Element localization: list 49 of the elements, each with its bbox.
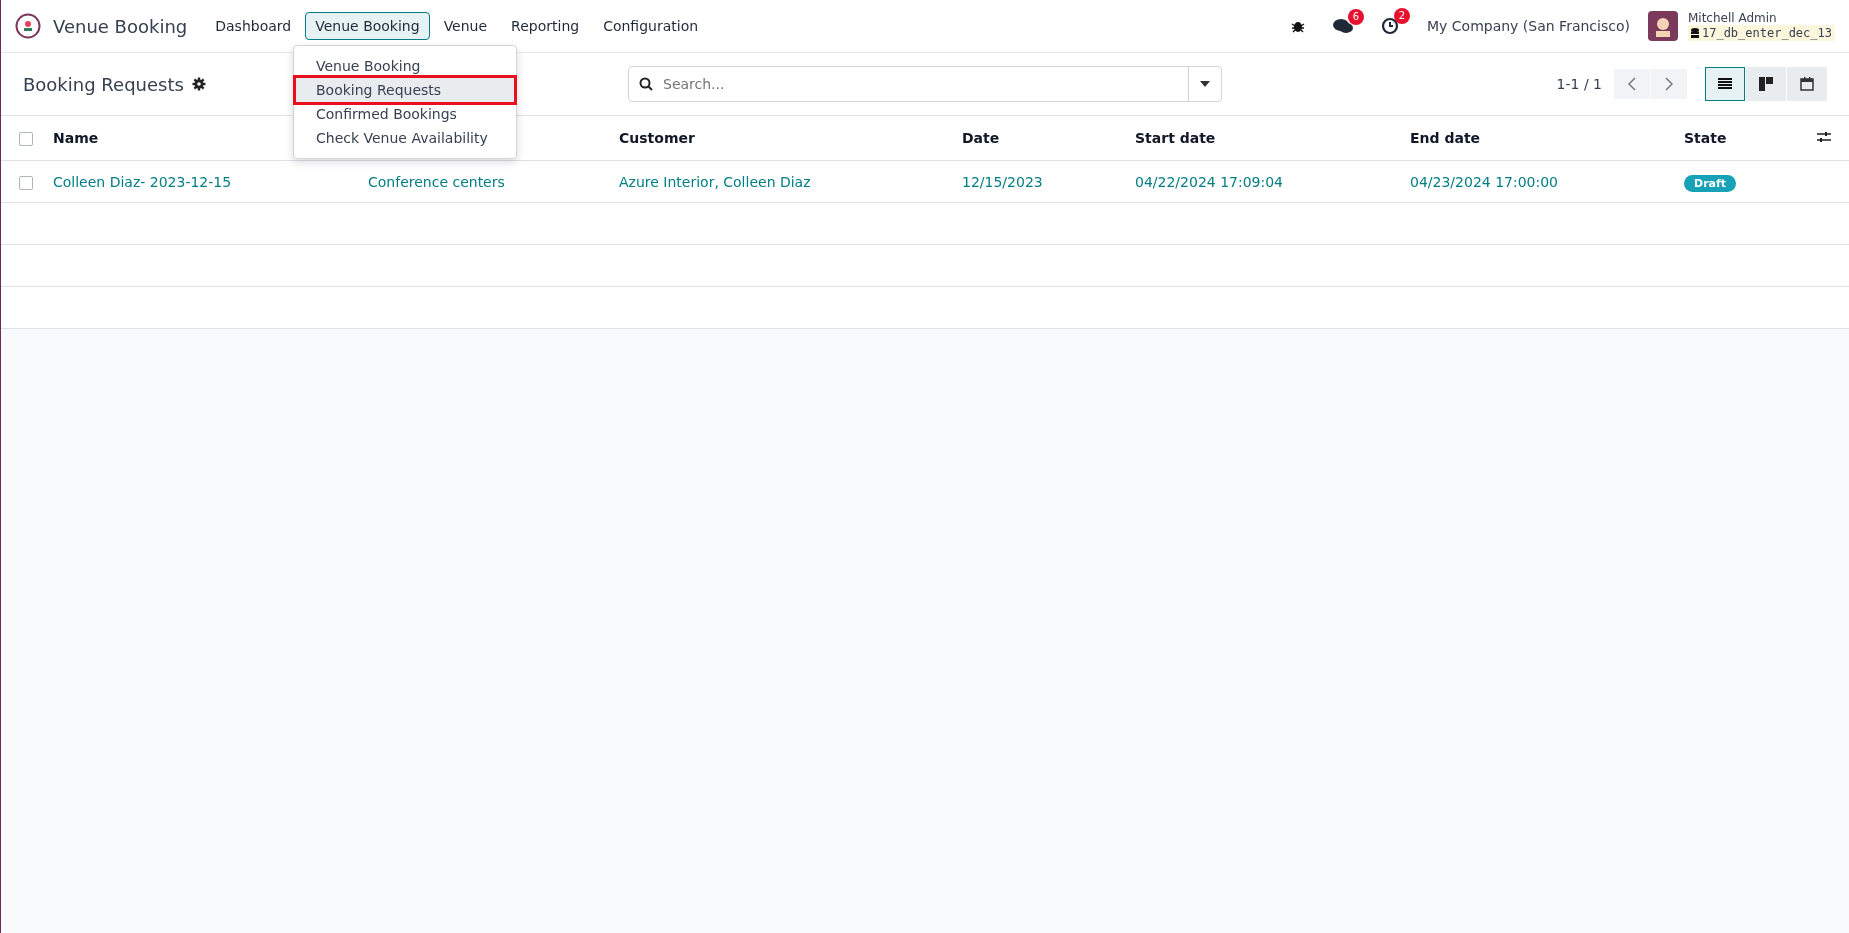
app-logo-icon[interactable]: [15, 13, 41, 39]
row-checkbox[interactable]: [19, 175, 33, 190]
chevron-right-icon: [1665, 77, 1673, 91]
calendar-icon: [1800, 77, 1814, 91]
clock-icon[interactable]: [1381, 17, 1399, 35]
page-title: Booking Requests: [23, 73, 184, 95]
table-cell: Conference centers: [368, 173, 505, 190]
menu-item[interactable]: Venue Booking: [305, 12, 430, 40]
menu-item[interactable]: Venue: [433, 12, 498, 40]
select-all-checkbox[interactable]: [19, 132, 33, 146]
bug-icon[interactable]: [1291, 19, 1305, 33]
dropdown-item[interactable]: Booking Requests: [296, 78, 514, 102]
table-cell: 12/15/2023: [962, 173, 1043, 190]
column-header[interactable]: Name: [53, 130, 99, 146]
column-settings-icon[interactable]: [1817, 131, 1831, 143]
column-header[interactable]: Date: [962, 130, 1000, 146]
chat-icon[interactable]: [1333, 18, 1353, 34]
chevron-left-icon: [1628, 77, 1636, 91]
table-cell: 04/23/2024 17:00:00: [1410, 173, 1559, 190]
menu-item[interactable]: Dashboard: [205, 12, 302, 40]
list-icon: [1718, 78, 1732, 90]
table-cell: Colleen Diaz- 2023-12-15: [53, 173, 232, 190]
state-badge: Draft: [1684, 174, 1737, 192]
gear-icon[interactable]: [191, 77, 206, 91]
notification-badge: 6: [1348, 9, 1364, 25]
column-header[interactable]: End date: [1410, 130, 1481, 146]
dropdown-item[interactable]: Check Venue Availability: [296, 126, 514, 150]
pager-value[interactable]: 1-1 / 1: [1556, 76, 1602, 92]
menu-item[interactable]: Configuration: [593, 12, 709, 40]
database-icon: [1690, 28, 1699, 38]
user-name: Mitchell Admin: [1687, 11, 1778, 25]
search-icon: [639, 77, 653, 91]
app-title: Venue Booking: [53, 15, 188, 37]
menu-item[interactable]: Reporting: [501, 12, 590, 40]
user-avatar[interactable]: [1647, 11, 1678, 41]
view-switch-button[interactable]: [1705, 67, 1745, 101]
column-header[interactable]: State: [1684, 130, 1727, 146]
dropdown-item[interactable]: Confirmed Bookings: [296, 102, 514, 126]
caret-icon: [1200, 81, 1210, 87]
dropdown-item[interactable]: Venue Booking: [296, 54, 514, 78]
company-name[interactable]: My Company (San Francisco): [1427, 18, 1630, 34]
search-field[interactable]: Search...: [628, 66, 1222, 102]
column-header[interactable]: Start date: [1135, 130, 1216, 146]
notification-badge: 2: [1394, 8, 1410, 24]
table-cell: Azure Interior, Colleen Diaz: [619, 173, 811, 190]
kanban-icon: [1759, 77, 1773, 91]
table-cell: 04/22/2024 17:09:04: [1135, 173, 1284, 190]
database-name: 17_db_enter_dec_13: [1687, 25, 1835, 41]
column-header[interactable]: Customer: [619, 130, 695, 146]
